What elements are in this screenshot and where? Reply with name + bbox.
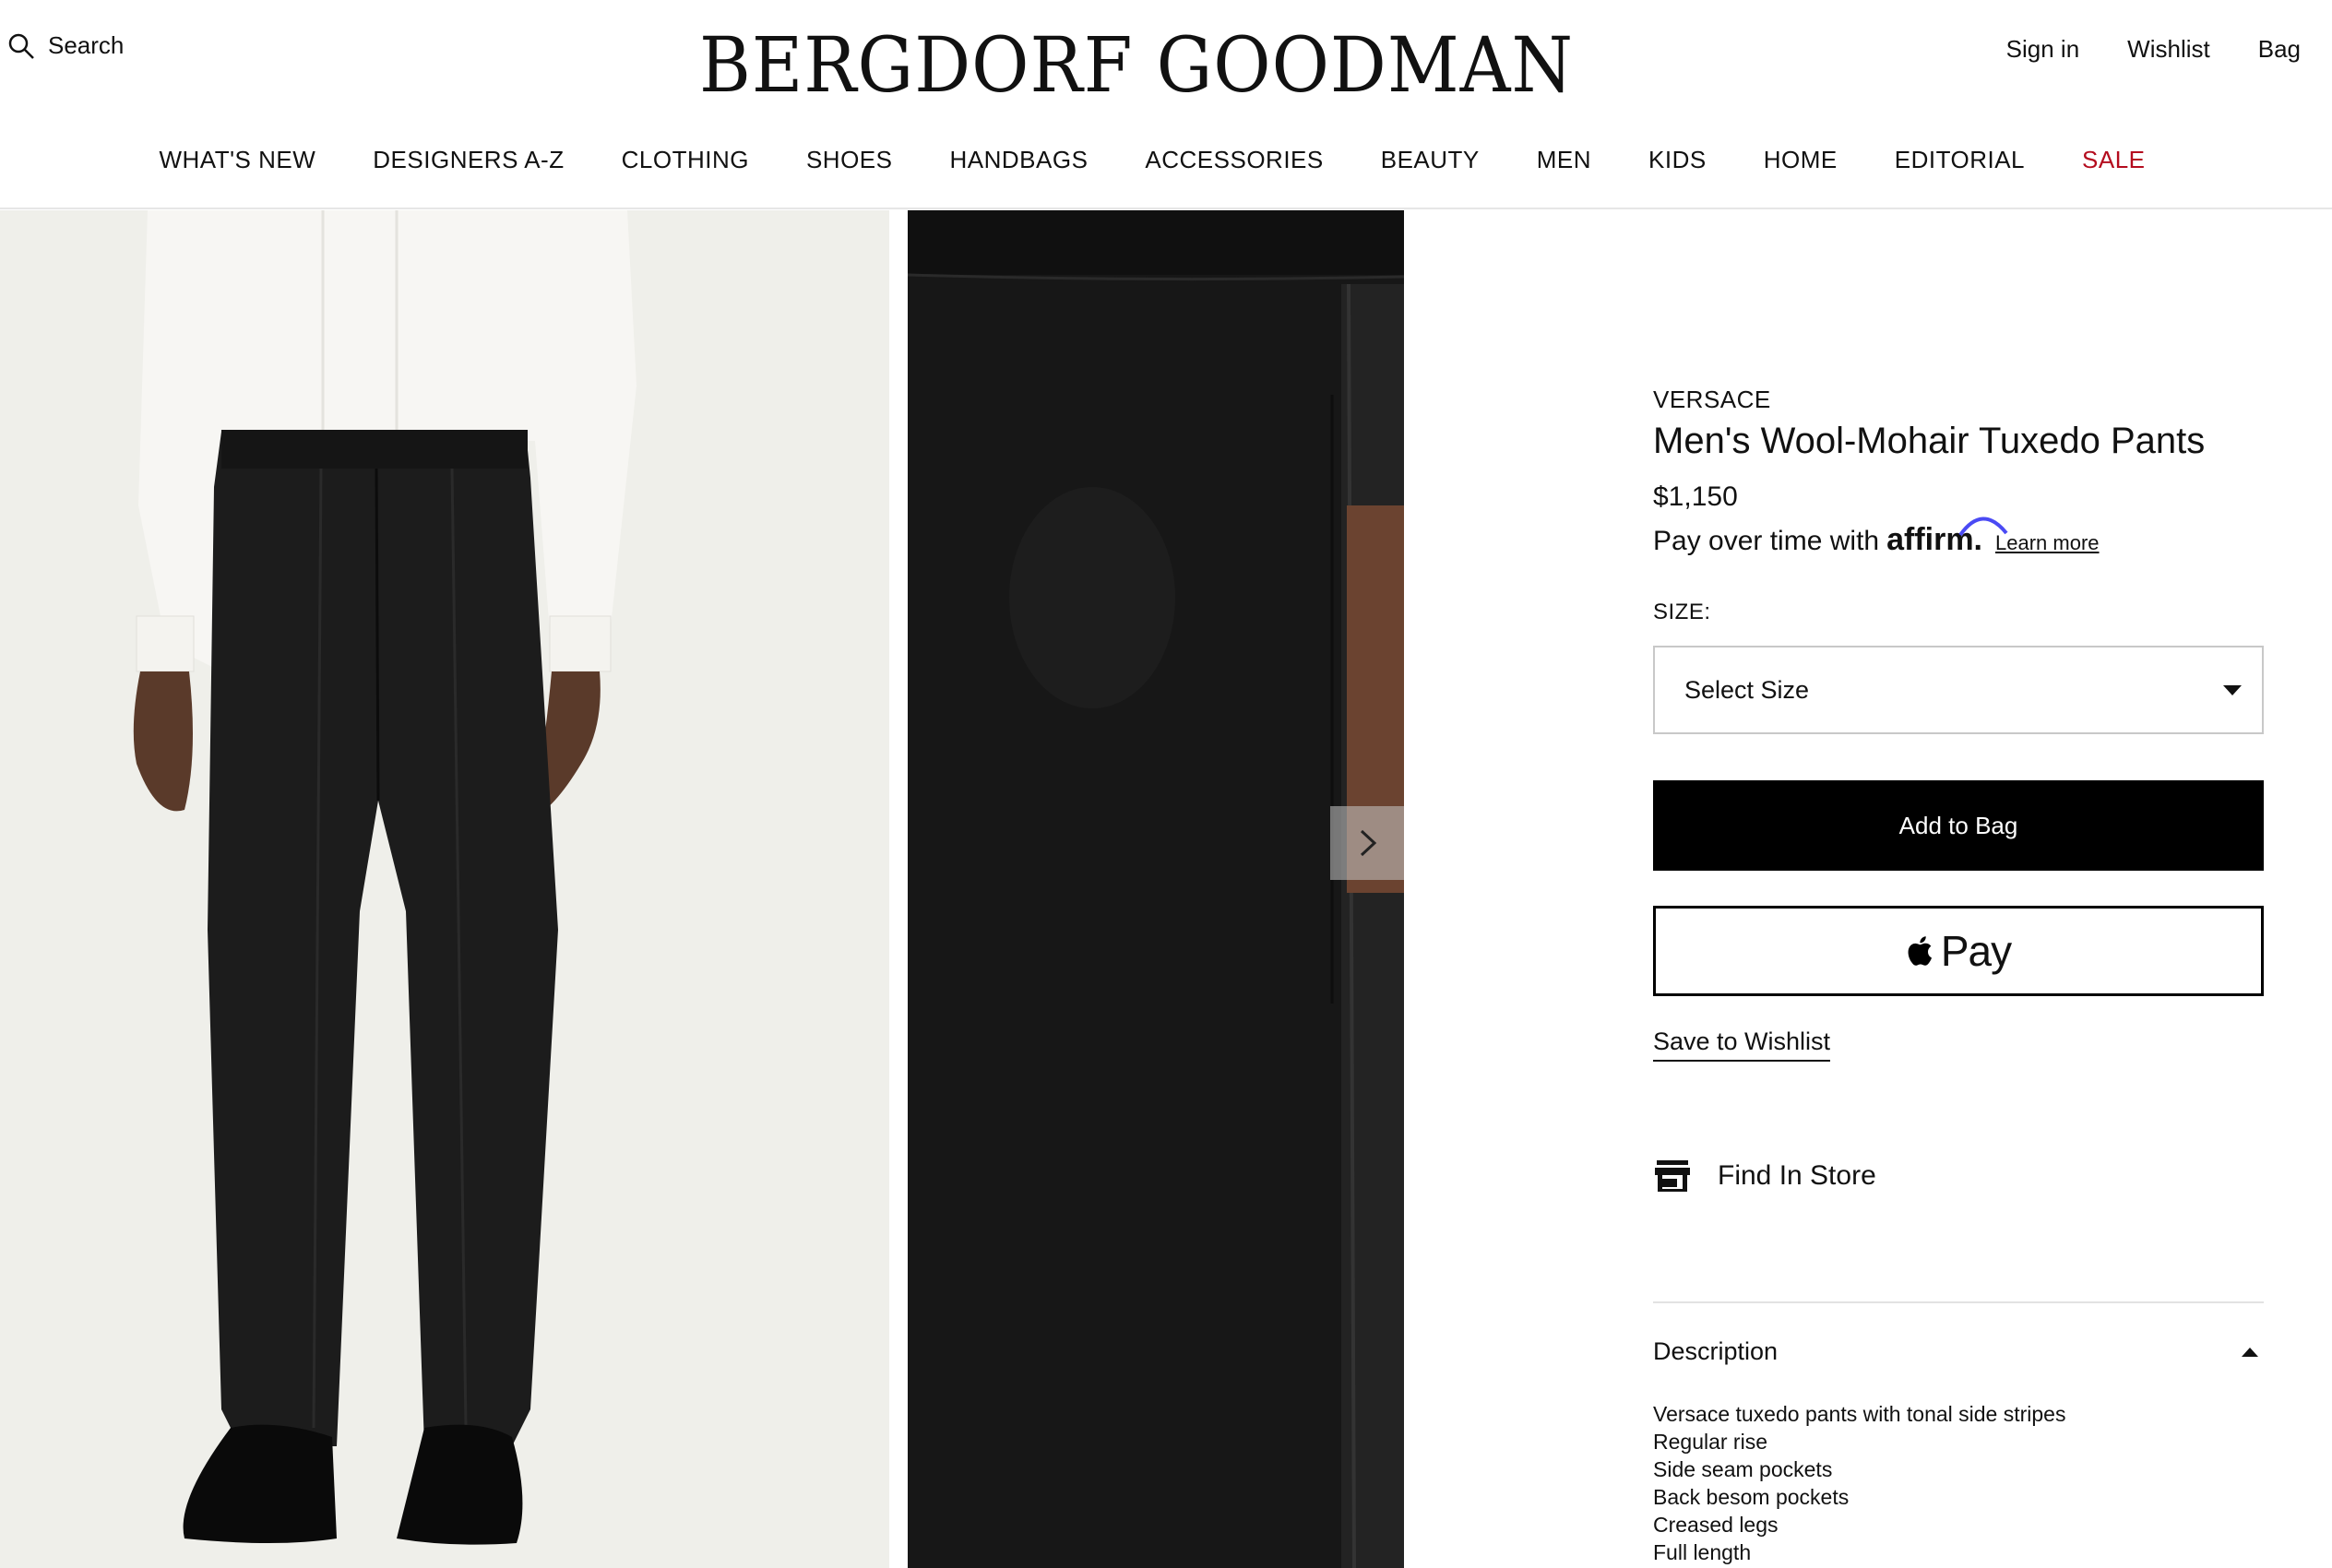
nav-item-designers[interactable]: DESIGNERS A-Z xyxy=(344,140,592,180)
site-logo[interactable]: BERGDORF GOODMAN xyxy=(699,20,1573,109)
search-button[interactable]: Search xyxy=(7,31,124,60)
affirm-text: Pay over time with xyxy=(1653,526,1880,556)
nav-item-men[interactable]: MEN xyxy=(1508,140,1620,180)
search-label: Search xyxy=(48,31,125,59)
nav-item-handbags[interactable]: HANDBAGS xyxy=(921,140,1116,180)
size-dropdown[interactable]: Select Size xyxy=(1653,646,2264,734)
description-accordion-toggle[interactable]: Description xyxy=(1653,1337,2264,1366)
product-gallery xyxy=(0,210,1404,1568)
product-image-detail[interactable] xyxy=(908,210,1404,1568)
find-in-store-label: Find In Store xyxy=(1718,1160,1876,1191)
section-divider xyxy=(1653,1301,2264,1303)
caret-up-icon xyxy=(2242,1347,2258,1357)
store-icon xyxy=(1655,1160,1690,1192)
product-image-front[interactable] xyxy=(0,210,889,1568)
affirm-arc-icon xyxy=(1958,517,2008,537)
apple-pay-label: Pay xyxy=(1940,927,2012,975)
product-brand[interactable]: VERSACE xyxy=(1653,386,1771,414)
search-icon xyxy=(8,33,34,59)
list-item: Regular rise xyxy=(1653,1430,1767,1454)
product-title: Men's Wool-Mohair Tuxedo Pants xyxy=(1653,421,2206,461)
bag-link[interactable]: Bag xyxy=(2258,35,2301,64)
save-to-wishlist-link[interactable]: Save to Wishlist xyxy=(1653,1028,1831,1062)
chevron-right-icon xyxy=(1360,829,1377,857)
apple-pay-button[interactable]: Pay xyxy=(1653,906,2264,996)
size-dropdown-value: Select Size xyxy=(1684,675,1810,704)
main-nav: WHAT'S NEW DESIGNERS A-Z CLOTHING SHOES … xyxy=(0,140,2332,180)
nav-item-kids[interactable]: KIDS xyxy=(1620,140,1735,180)
nav-item-sale[interactable]: SALE xyxy=(2053,140,2174,180)
size-label: SIZE: xyxy=(1653,600,1711,624)
apple-icon xyxy=(1908,936,1932,966)
find-in-store-link[interactable]: Find In Store xyxy=(1653,1158,1876,1194)
list-item: Back besom pockets xyxy=(1653,1485,1850,1509)
description-list: Versace tuxedo pants with tonal side str… xyxy=(1653,1400,2065,1566)
sign-in-link[interactable]: Sign in xyxy=(2006,35,2080,64)
list-item: Creased legs xyxy=(1653,1513,1779,1537)
nav-item-editorial[interactable]: EDITORIAL xyxy=(1866,140,2053,180)
add-to-bag-button[interactable]: Add to Bag xyxy=(1653,780,2264,871)
caret-down-icon xyxy=(2223,684,2242,695)
product-price: $1,150 xyxy=(1653,481,1738,512)
account-links: Sign in Wishlist Bag xyxy=(2006,35,2301,64)
nav-item-clothing[interactable]: CLOTHING xyxy=(593,140,778,180)
gallery-next-button[interactable] xyxy=(1330,806,1404,880)
description-title: Description xyxy=(1653,1337,1779,1365)
wishlist-link[interactable]: Wishlist xyxy=(2127,35,2210,64)
nav-item-whats-new[interactable]: WHAT'S NEW xyxy=(130,140,344,180)
nav-item-accessories[interactable]: ACCESSORIES xyxy=(1116,140,1351,180)
affirm-promo: Pay over time with affirm. Learn more xyxy=(1653,517,2100,558)
site-header: Search BERGDORF GOODMAN Sign in Wishlist… xyxy=(0,0,2332,209)
nav-item-home[interactable]: HOME xyxy=(1735,140,1866,180)
learn-more-link[interactable]: Learn more xyxy=(1995,531,2100,555)
nav-item-beauty[interactable]: BEAUTY xyxy=(1352,140,1508,180)
nav-item-shoes[interactable]: SHOES xyxy=(778,140,922,180)
list-item: Full length xyxy=(1653,1540,1752,1564)
affirm-logo: affirm. xyxy=(1886,517,2008,558)
list-item: Versace tuxedo pants with tonal side str… xyxy=(1653,1402,2066,1426)
list-item: Side seam pockets xyxy=(1653,1457,1833,1481)
